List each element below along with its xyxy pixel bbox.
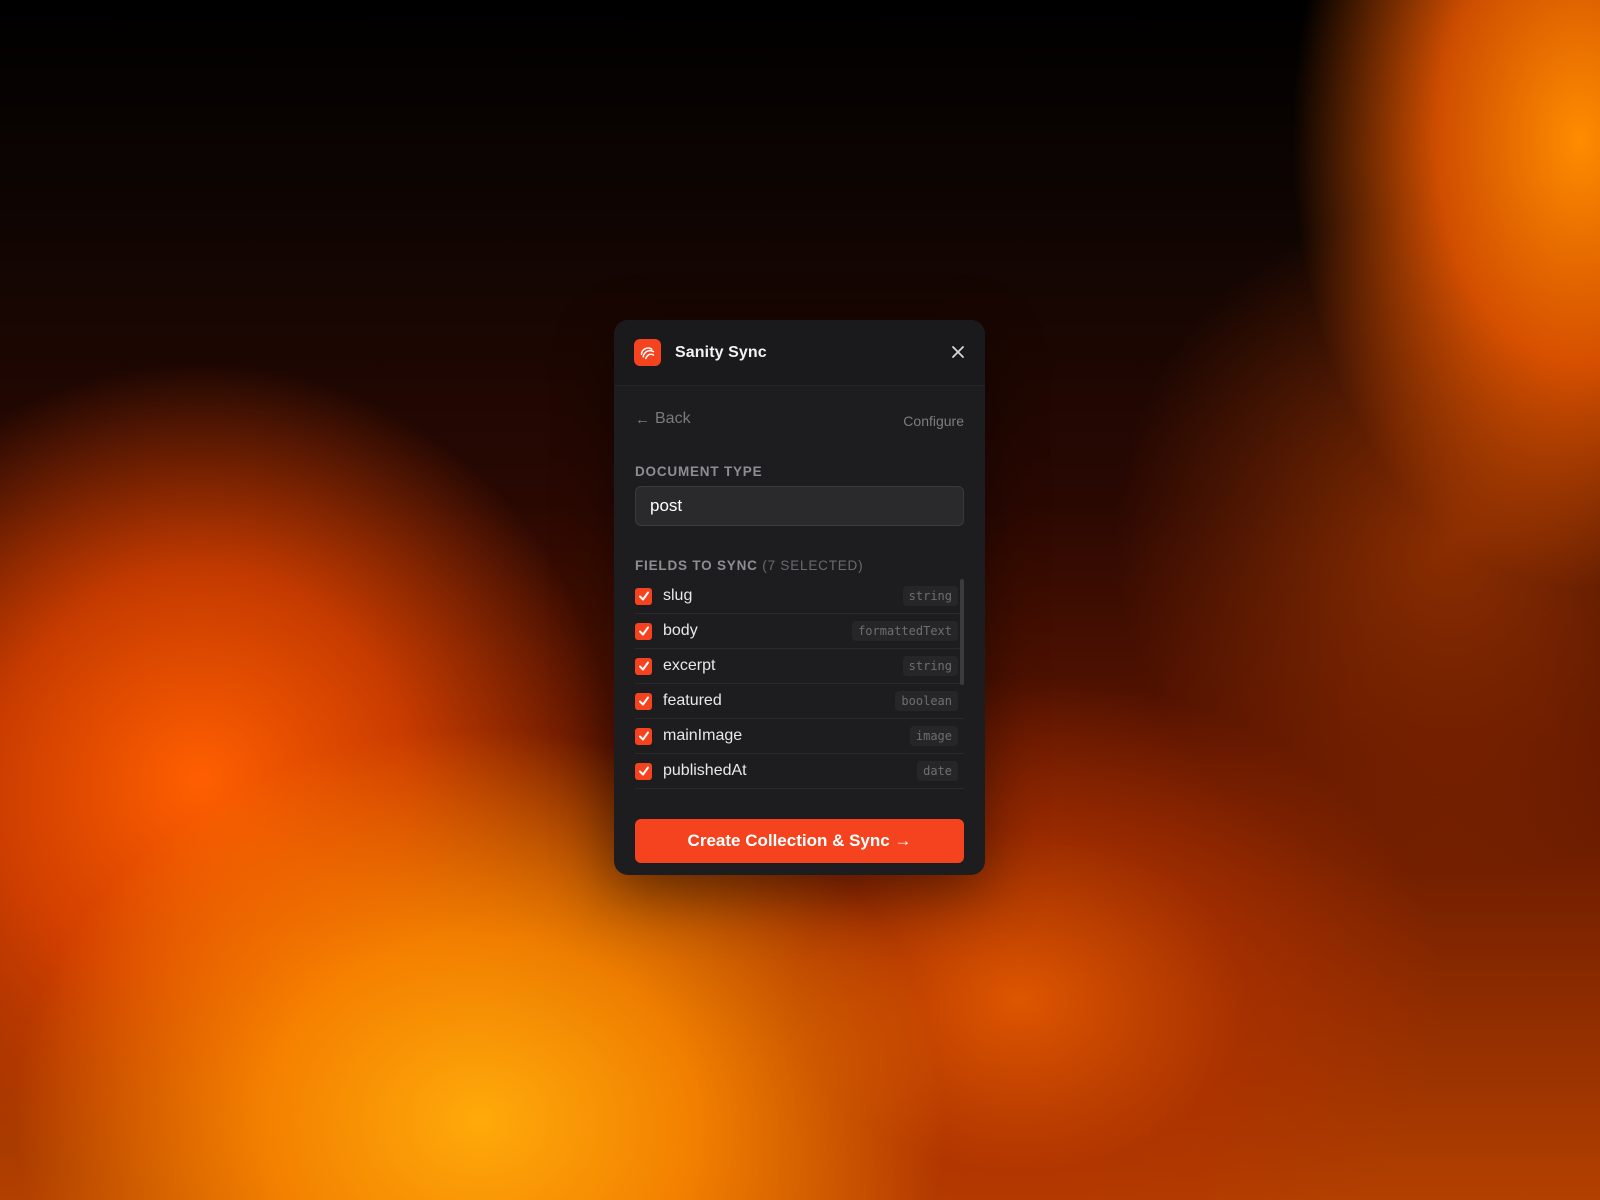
fields-list[interactable]: slug string body formattedText excerpt s… xyxy=(635,579,964,795)
document-type-label: DOCUMENT TYPE xyxy=(635,464,763,479)
arrow-left-icon: ← xyxy=(635,410,650,428)
checkmark-icon xyxy=(638,731,649,741)
checkmark-icon xyxy=(638,661,649,671)
fields-scrollbar[interactable] xyxy=(960,579,964,685)
step-label: Configure xyxy=(903,413,964,429)
field-type-badge: string xyxy=(902,656,958,676)
field-row-excerpt[interactable]: excerpt string xyxy=(635,649,964,684)
field-type-badge: string xyxy=(902,586,958,606)
field-name: slug xyxy=(663,587,693,604)
dialog-titlebar: Sanity Sync xyxy=(614,320,985,386)
sanity-sync-dialog: Sanity Sync ← Back Configure DOCUMENT TY… xyxy=(614,320,985,875)
field-row-featured[interactable]: featured boolean xyxy=(635,684,964,719)
nav-row: ← Back Configure xyxy=(614,406,985,432)
field-row-mainimage[interactable]: mainImage image xyxy=(635,719,964,754)
checkmark-icon xyxy=(638,696,649,706)
sanity-logo-icon xyxy=(634,339,661,366)
field-name: excerpt xyxy=(663,657,716,674)
field-checkbox[interactable] xyxy=(635,657,652,675)
field-name: mainImage xyxy=(663,727,743,744)
fields-label-text: FIELDS TO SYNC xyxy=(635,558,758,573)
field-type-badge: image xyxy=(909,726,958,746)
document-type-value: post xyxy=(650,496,683,515)
checkmark-icon xyxy=(638,766,649,776)
back-button[interactable]: ← Back xyxy=(635,410,691,428)
close-button[interactable] xyxy=(947,341,969,363)
field-checkbox[interactable] xyxy=(635,727,652,745)
field-name: publishedAt xyxy=(663,762,747,779)
create-collection-sync-button[interactable]: Create Collection & Sync → xyxy=(635,819,964,863)
field-checkbox[interactable] xyxy=(635,587,652,605)
document-type-input[interactable]: post xyxy=(635,486,964,526)
fields-label: FIELDS TO SYNC (7 SELECTED) xyxy=(614,558,985,573)
back-label: Back xyxy=(655,410,691,427)
field-row-slug[interactable]: slug string xyxy=(635,579,964,614)
close-icon xyxy=(952,346,964,358)
field-type-badge: date xyxy=(917,761,958,781)
dialog-title: Sanity Sync xyxy=(675,343,767,361)
field-name: featured xyxy=(663,692,722,709)
field-row-publishedat[interactable]: publishedAt date xyxy=(635,754,964,789)
field-checkbox[interactable] xyxy=(635,622,652,640)
field-type-badge: boolean xyxy=(895,691,958,711)
field-checkbox[interactable] xyxy=(635,692,652,710)
checkmark-icon xyxy=(638,591,649,601)
field-type-badge: formattedText xyxy=(852,621,958,641)
fields-selected-count: (7 SELECTED) xyxy=(762,558,864,573)
field-row-body[interactable]: body formattedText xyxy=(635,614,964,649)
field-name: body xyxy=(663,622,698,639)
field-checkbox[interactable] xyxy=(635,762,652,780)
checkmark-icon xyxy=(638,626,649,636)
